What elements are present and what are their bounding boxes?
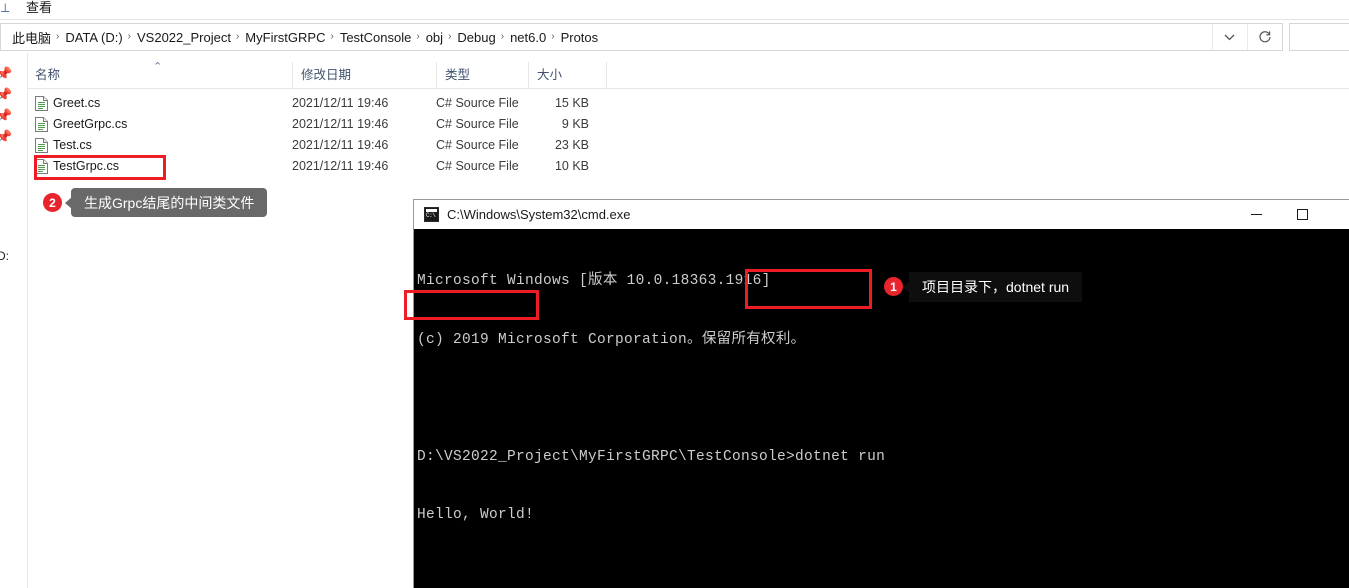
cmd-icon: C:\: [424, 207, 439, 222]
ribbon-bar: ⊥ 查看: [0, 0, 1349, 19]
cmd-title-bar[interactable]: C:\ C:\Windows\System32\cmd.exe: [414, 200, 1349, 229]
table-row[interactable]: GreetGrpc.cs 2021/12/11 19:46 C# Source …: [28, 114, 1349, 135]
table-row[interactable]: Test.cs 2021/12/11 19:46 C# Source File …: [28, 135, 1349, 156]
cs-file-icon: [35, 159, 48, 174]
file-size: 9 KB: [561, 117, 589, 131]
breadcrumb-item-5[interactable]: obj: [422, 30, 447, 45]
address-bar: 此电脑 › DATA (D:) › VS2022_Project › MyFir…: [0, 23, 1349, 52]
chevron-down-icon[interactable]: [1212, 24, 1246, 50]
view-options-icon[interactable]: ⊥: [0, 1, 10, 15]
cmd-line: [417, 565, 1349, 585]
pin-icon[interactable]: 📌: [0, 87, 12, 103]
file-type: C# Source File: [436, 96, 519, 110]
column-header-row: 名称 ⌃ 修改日期 类型 大小: [28, 61, 1349, 88]
column-header-name-label: 名称: [35, 68, 61, 82]
breadcrumb-item-8[interactable]: Protos: [557, 30, 603, 45]
minimize-button[interactable]: [1233, 200, 1279, 229]
pin-icon[interactable]: 📌: [0, 66, 12, 82]
breadcrumb-item-1[interactable]: DATA (D:): [61, 30, 126, 45]
file-date: 2021/12/11 19:46: [292, 117, 389, 131]
column-header-date[interactable]: 修改日期: [292, 62, 436, 88]
cmd-line-output: Hello, World!: [417, 507, 535, 523]
file-name: GreetGrpc.cs: [53, 117, 128, 131]
cmd-line-command: D:\VS2022_Project\MyFirstGRPC\TestConsol…: [417, 448, 886, 465]
file-size: 10 KB: [554, 159, 589, 173]
callout-1-tooltip: 项目目录下，dotnet run: [901, 272, 1083, 302]
table-row[interactable]: TestGrpc.cs 2021/12/11 19:46 C# Source F…: [28, 156, 1349, 177]
table-row[interactable]: Greet.cs 2021/12/11 19:46 C# Source File…: [28, 93, 1349, 114]
column-header-size[interactable]: 大小: [528, 62, 606, 88]
minimize-icon: [1250, 214, 1262, 215]
file-list: Greet.cs 2021/12/11 19:46 C# Source File…: [28, 93, 1349, 183]
pin-icon[interactable]: 📌: [0, 129, 12, 145]
breadcrumb-item-3[interactable]: MyFirstGRPC: [241, 30, 329, 45]
column-header-type[interactable]: 类型: [436, 62, 528, 88]
breadcrumb-item-4[interactable]: TestConsole: [336, 30, 416, 45]
callout-2-tooltip: 生成Grpc结尾的中间类文件: [64, 188, 268, 217]
maximize-button[interactable]: [1279, 200, 1325, 229]
nav-item-drive-d[interactable]: D:: [0, 249, 9, 263]
navigation-pane: 📌 📌 📌 📌 D:: [0, 53, 27, 588]
file-explorer-window: ⊥ 查看 此电脑 › DATA (D:) › VS2022_Project › …: [0, 0, 1349, 588]
file-date: 2021/12/11 19:46: [292, 96, 389, 110]
maximize-icon: [1296, 209, 1308, 220]
refresh-icon[interactable]: [1247, 24, 1282, 50]
file-type: C# Source File: [436, 138, 519, 152]
file-size: 15 KB: [554, 96, 589, 110]
file-type: C# Source File: [436, 117, 519, 131]
tab-view[interactable]: 查看: [26, 0, 52, 17]
cs-file-icon: [35, 138, 48, 153]
file-date: 2021/12/11 19:46: [292, 138, 389, 152]
cmd-window-title: C:\Windows\System32\cmd.exe: [447, 207, 631, 222]
cs-file-icon: [35, 96, 48, 111]
callout-2-text: 生成Grpc结尾的中间类文件: [84, 194, 255, 211]
sort-ascending-icon: ⌃: [153, 61, 163, 73]
cmd-console-window[interactable]: C:\ C:\Windows\System32\cmd.exe Microsof…: [413, 199, 1349, 588]
pin-icon[interactable]: 📌: [0, 108, 12, 124]
file-name: TestGrpc.cs: [53, 159, 119, 173]
column-header-divider: [28, 88, 1349, 89]
file-date: 2021/12/11 19:46: [292, 159, 389, 173]
cmd-line: [417, 389, 1349, 409]
file-size: 23 KB: [554, 138, 589, 152]
ribbon-divider: [0, 19, 1349, 20]
cmd-line: (c) 2019 Microsoft Corporation。保留所有权利。: [417, 331, 806, 348]
callout-1-badge: 1: [884, 277, 903, 296]
callout-2-badge: 2: [43, 193, 62, 212]
cs-file-icon: [35, 117, 48, 132]
breadcrumb-item-0[interactable]: 此电脑: [8, 28, 55, 47]
breadcrumb-item-2[interactable]: VS2022_Project: [133, 30, 235, 45]
search-input[interactable]: [1289, 23, 1349, 51]
cmd-output-area[interactable]: Microsoft Windows [版本 10.0.18363.1916] (…: [414, 229, 1349, 588]
cmd-line: Microsoft Windows [版本 10.0.18363.1916]: [417, 273, 771, 289]
file-type: C# Source File: [436, 159, 519, 173]
breadcrumb-box[interactable]: 此电脑 › DATA (D:) › VS2022_Project › MyFir…: [0, 23, 1283, 51]
column-header-extra[interactable]: [606, 62, 626, 88]
breadcrumb-item-7[interactable]: net6.0: [506, 30, 550, 45]
column-header-name[interactable]: 名称 ⌃: [28, 61, 292, 88]
file-name: Test.cs: [53, 138, 92, 152]
breadcrumb-item-6[interactable]: Debug: [453, 30, 499, 45]
file-name: Greet.cs: [53, 96, 101, 110]
callout-1-text: 项目目录下，dotnet run: [922, 279, 1070, 295]
breadcrumb: 此电脑 › DATA (D:) › VS2022_Project › MyFir…: [8, 24, 602, 50]
